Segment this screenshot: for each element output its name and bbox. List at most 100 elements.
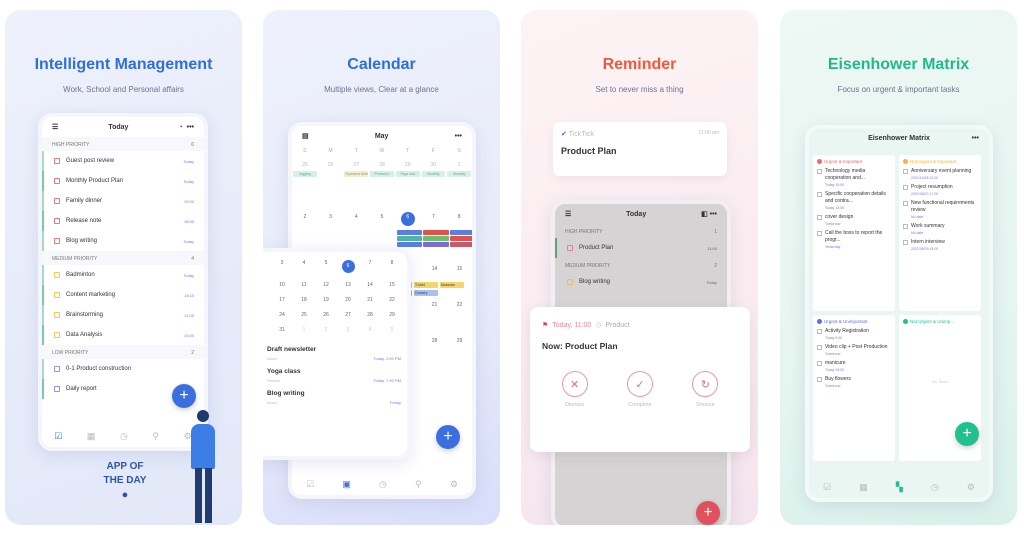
day-cell[interactable]: 8 [446,212,472,226]
day-cell[interactable]: 14 [359,282,381,288]
task-row[interactable]: Content marketing 14:10 [42,285,204,305]
day-cell[interactable]: 24 [271,312,293,318]
day-cell[interactable]: 5 [381,327,403,333]
checkbox[interactable] [54,198,60,204]
checkbox[interactable] [54,366,60,372]
task-row[interactable]: Yoga class Fitness Today, 7:30 PM [267,368,401,383]
checkbox[interactable] [903,169,908,174]
more-icon[interactable]: ••• [972,135,979,142]
checkbox[interactable] [817,361,822,366]
checkbox[interactable] [817,231,822,236]
calendar-event[interactable]: Sponsors Marketing [344,171,369,177]
day-cell[interactable]: 18 [293,297,315,303]
calendar-tab-icon[interactable]: ▦ [87,431,96,442]
task-row[interactable]: Badminton Today [42,265,204,285]
checkbox[interactable] [817,215,822,220]
section-header[interactable]: LOW PRIORITY 2 [42,345,204,359]
section-header[interactable]: MEDIUM PRIORITY 4 [42,251,204,265]
day-cell[interactable]: F [421,146,447,156]
task-row[interactable]: Video clip + Post Production [817,344,891,351]
settings-tab-icon[interactable]: ⚙ [450,479,458,490]
day-cell[interactable]: M [318,146,344,156]
day-cell[interactable]: 26 [318,160,344,170]
more-icon[interactable]: ••• [187,124,194,131]
task-row[interactable]: Project resumption [903,184,977,191]
task-row[interactable]: Data Analysis 10:00 [42,325,204,345]
day-cell[interactable]: 3 [271,260,293,273]
calendar-event[interactable]: Jogging [293,171,317,177]
day-cell[interactable]: 27 [343,160,369,170]
task-row[interactable]: Blog writing Inbox Friday [267,390,401,405]
task-row[interactable]: manicure [817,360,891,367]
task-row[interactable]: Blog writing Today [42,231,204,251]
checkbox[interactable] [54,158,60,164]
day-cell[interactable]: 28 [359,312,381,318]
day-cell[interactable]: 22 [381,297,403,303]
day-cell[interactable]: 4 [343,212,369,226]
task-row[interactable]: Monthly Product Plan Today [42,171,204,191]
day-cell[interactable]: 5 [369,212,395,226]
day-cell[interactable]: 21 [422,302,447,308]
checkbox[interactable] [54,178,60,184]
checkbox[interactable] [54,272,60,278]
day-cell[interactable]: 25 [293,312,315,318]
calendar-event[interactable]: Monthly [421,171,446,177]
quadrant[interactable]: Urgent & Important Technology media coope… [813,155,895,311]
checkbox[interactable] [903,201,908,206]
day-cell[interactable]: 30 [421,160,447,170]
day-cell[interactable]: 14 [422,266,447,272]
tasks-tab-icon[interactable]: ☑ [54,431,62,442]
calendar-event[interactable] [318,171,343,177]
habit-tab-icon[interactable]: ⚲ [152,431,159,442]
checkbox[interactable] [903,224,908,229]
day-cell[interactable]: 3 [318,212,344,226]
checkbox[interactable] [817,329,822,334]
checkbox[interactable] [817,377,822,382]
calendar-event[interactable]: Product p [370,171,394,177]
day-cell[interactable]: 29 [381,312,403,318]
task-row[interactable]: Specific cooperation details and contra.… [817,191,891,205]
day-cell[interactable]: 5 [315,260,337,273]
day-cell[interactable]: 27 [337,312,359,318]
day-cell[interactable]: 6 [400,212,415,226]
day-cell[interactable]: 3 [337,327,359,333]
day-cell[interactable]: 28 [422,338,447,344]
day-cell[interactable]: 6 [341,260,355,273]
day-cell[interactable]: S [446,146,472,156]
day-cell[interactable]: 20 [337,297,359,303]
day-cell[interactable]: 10 [271,282,293,288]
checkbox[interactable] [817,192,822,197]
day-cell[interactable]: 11 [293,282,315,288]
task-row[interactable]: New functional requirements review [903,200,977,214]
checkbox[interactable] [903,185,908,190]
day-cell[interactable]: 17 [271,297,293,303]
day-cell[interactable]: S [292,146,318,156]
tasks-tab-icon[interactable]: ☑ [306,479,314,490]
day-cell[interactable]: 4 [359,327,381,333]
day-cell[interactable]: 12 [315,282,337,288]
task-row[interactable]: Draft newsletter Inbox Today, 2:00 PM [267,346,401,361]
section-header[interactable]: HIGH PRIORITY 6 [42,137,204,151]
task-row[interactable]: Anniversary event planning [903,168,977,175]
task-row[interactable]: Call the boss to report the progr... [817,230,891,244]
day-cell[interactable]: 13 [337,282,359,288]
calendar-event[interactable]: Yoga clas [395,171,420,177]
day-cell[interactable]: 31 [271,327,293,333]
tasks-tab-icon[interactable]: ☑ [823,482,831,493]
calendar-event[interactable]: T-shirt [414,282,438,288]
calendar-event[interactable]: Musician [440,282,464,288]
checkbox[interactable] [54,218,60,224]
pomo-tab-icon[interactable]: ◷ [931,482,939,493]
day-cell[interactable]: T [343,146,369,156]
calendar-view-icon[interactable]: ▤ [302,132,309,140]
quadrant[interactable]: Not Urgent & Important Anniversary event … [899,155,981,311]
day-cell[interactable]: T [395,146,421,156]
task-row[interactable]: Intern interview [903,239,977,246]
task-row[interactable]: 0-1 Product construction [42,359,204,379]
add-task-button[interactable]: + [955,422,979,446]
day-cell[interactable]: 21 [359,297,381,303]
task-row[interactable]: Brainstorming 11:00 [42,305,204,325]
day-cell[interactable]: 19 [315,297,337,303]
checkbox[interactable] [817,345,822,350]
complete-button[interactable]: ✓ Complete [626,371,653,408]
